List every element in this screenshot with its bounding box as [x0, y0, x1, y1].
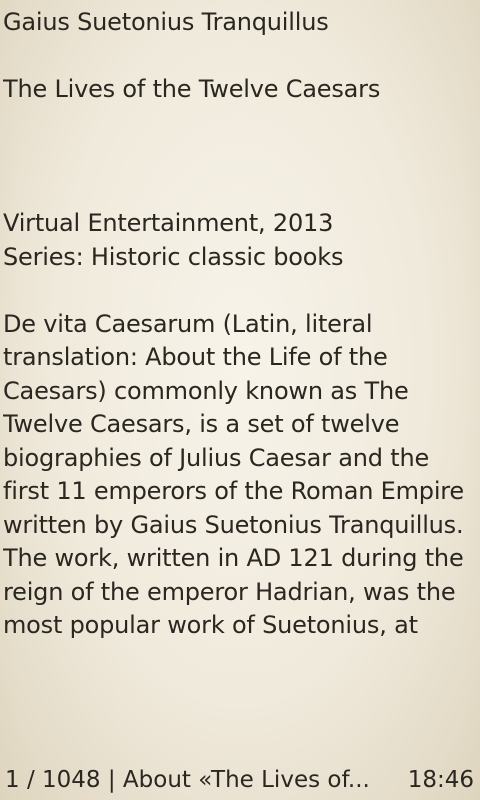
clock-time: 18:46: [407, 767, 474, 793]
description-line: The work, written in AD 121 during the: [3, 544, 464, 572]
description-line: Twelve Caesars, is a set of twelve: [3, 410, 400, 438]
description-line: biographies of Julius Caesar and the: [3, 443, 430, 472]
description-line: Caesars) commonly known as The: [3, 376, 409, 405]
book-series: Series: Historic classic books: [3, 242, 344, 271]
book-publisher: Virtual Entertainment, 2013: [3, 209, 334, 237]
description-line: most popular work of Suetonius, at: [3, 611, 418, 639]
book-title: The Lives of the Twelve Caesars: [3, 75, 381, 103]
description-line: written by Gaius Suetonius Tranquillus.: [3, 510, 464, 539]
book-author: Gaius Suetonius Tranquillus: [3, 8, 329, 36]
description-line: first 11 emperors of the Roman Empire: [3, 477, 464, 505]
description-line: De vita Caesarum (Latin, literal: [3, 309, 373, 338]
page-position-indicator[interactable]: 1 / 1048 | About «The Lives of...: [5, 760, 390, 800]
description-line: translation: About the Life of the: [3, 343, 388, 371]
description-line: reign of the emperor Hadrian, was the: [3, 577, 456, 606]
reader-status-bar[interactable]: 1 / 1048 | About «The Lives of... 18:46: [0, 760, 480, 800]
reader-page[interactable]: Gaius Suetonius Tranquillus The Lives of…: [3, 6, 477, 756]
